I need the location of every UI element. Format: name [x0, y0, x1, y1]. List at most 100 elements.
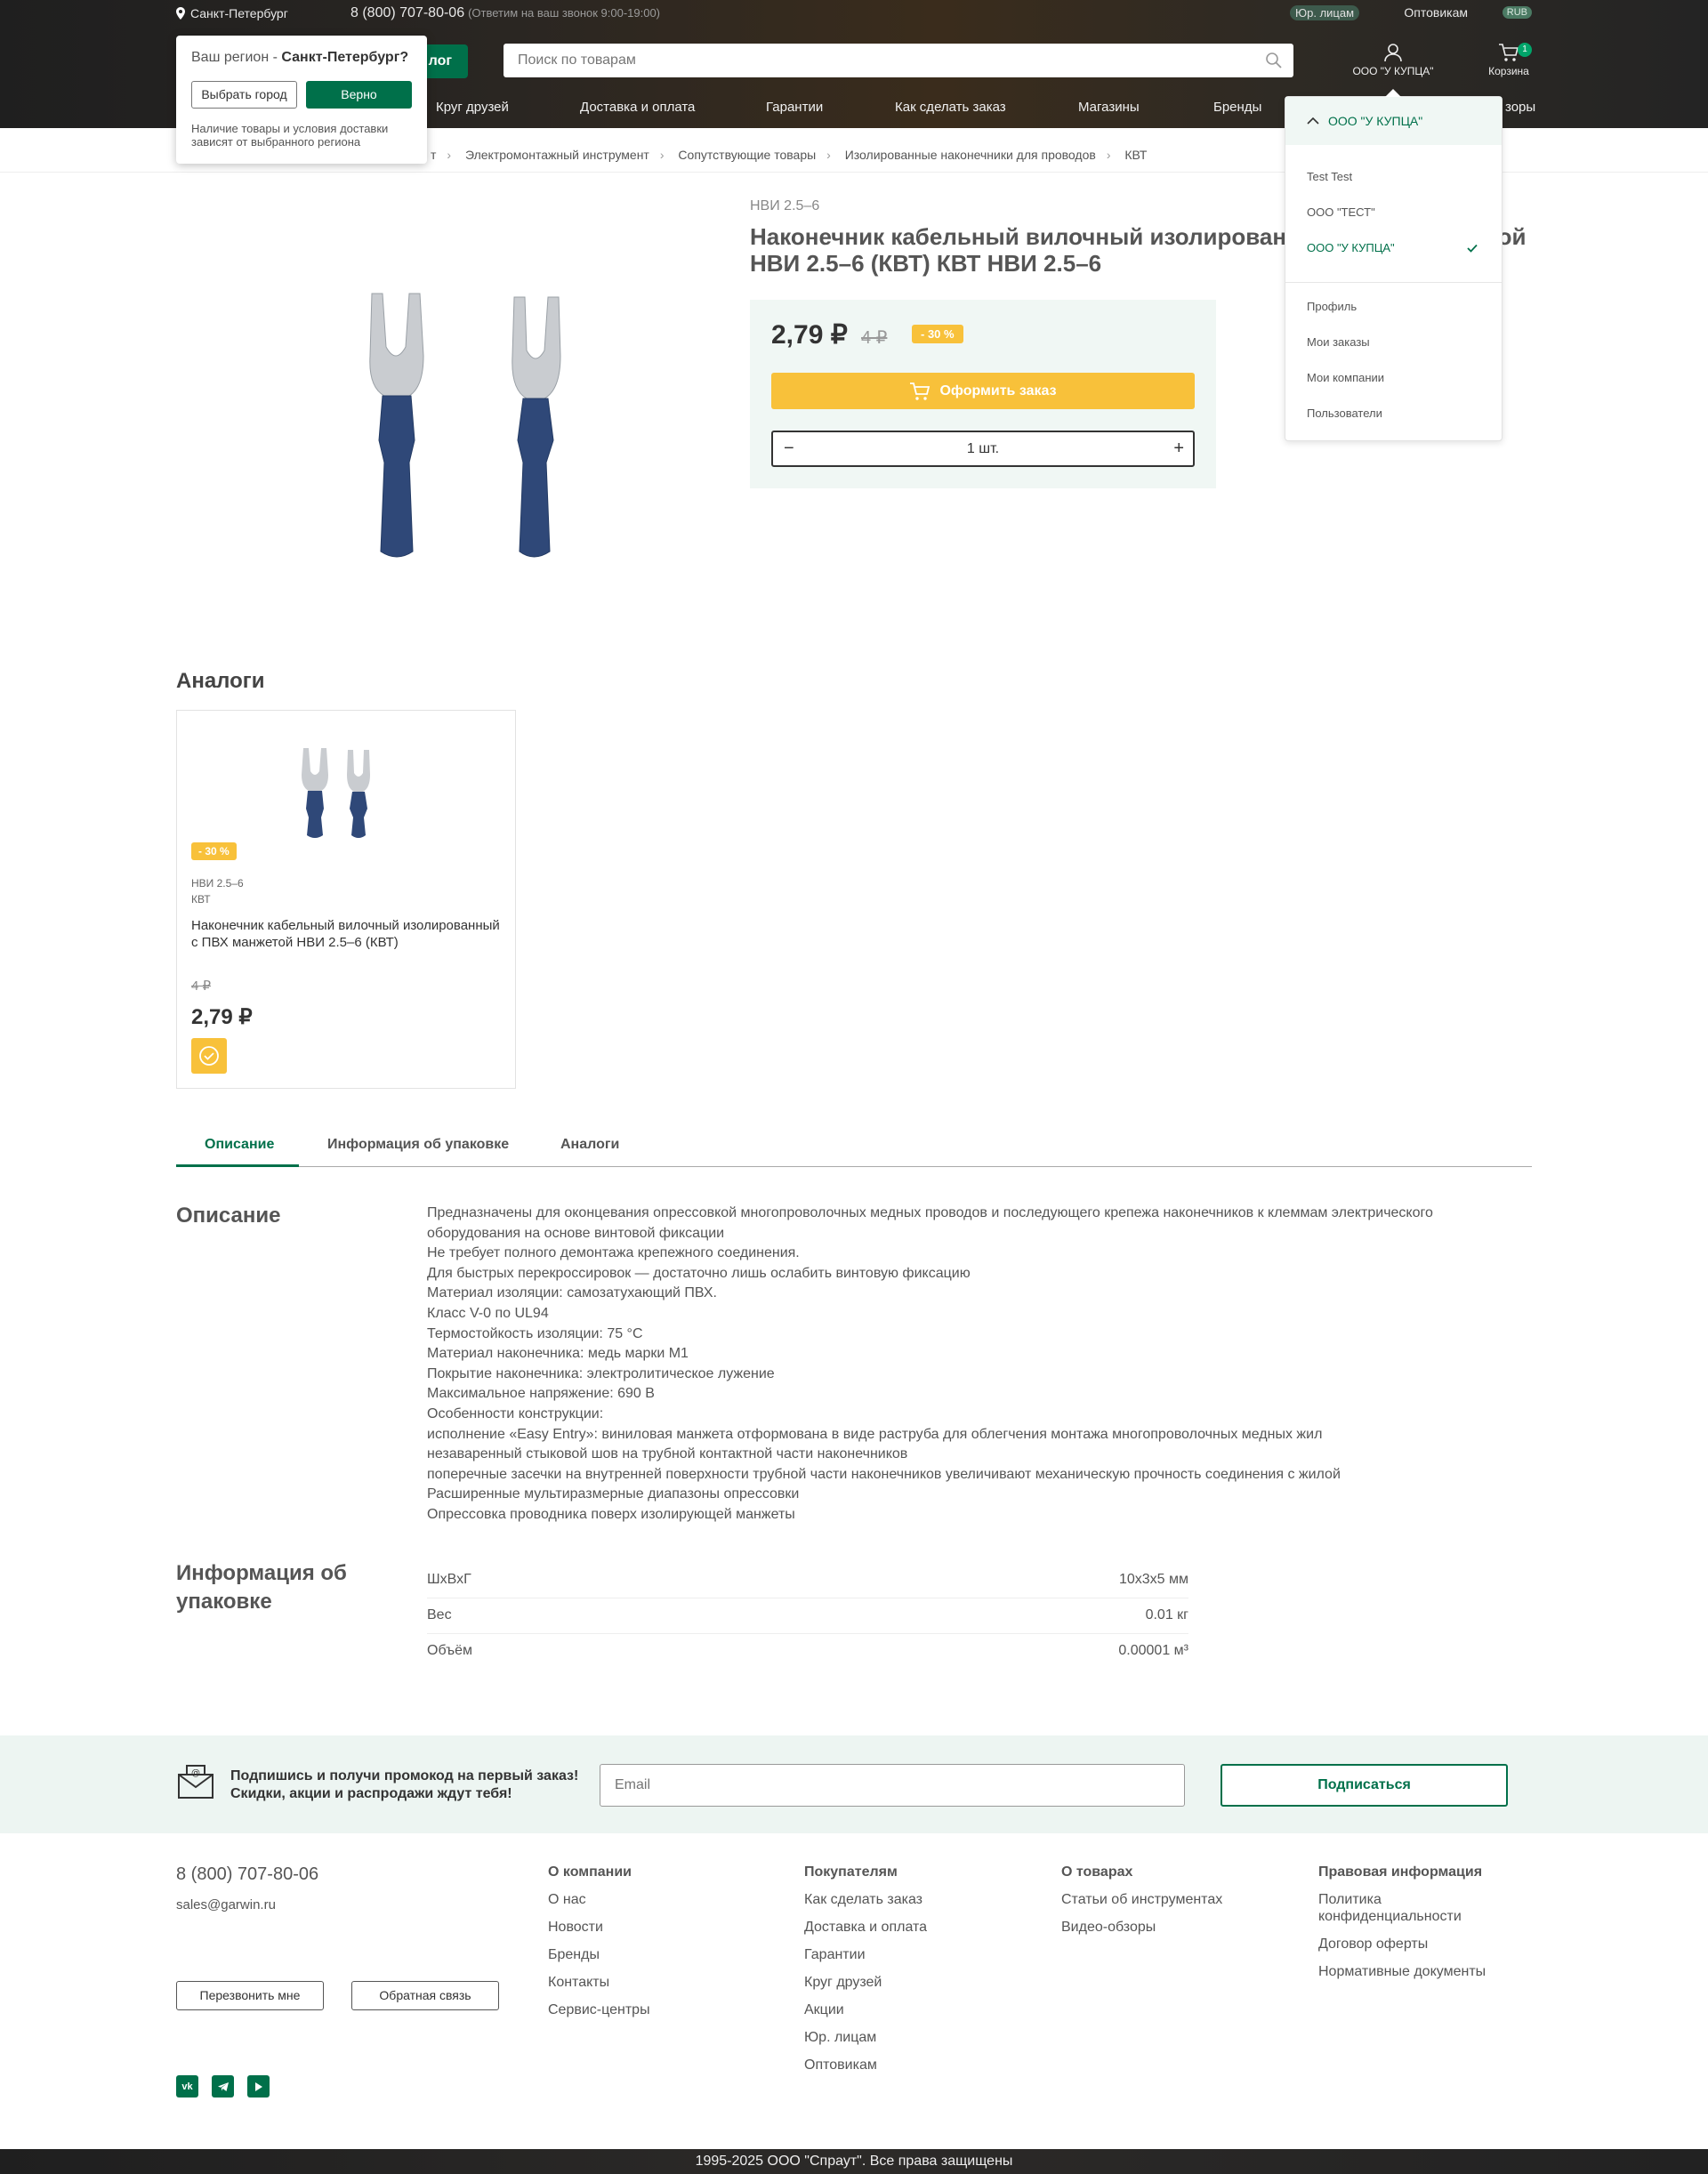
search-input[interactable] [504, 44, 1233, 77]
user-icon [1384, 44, 1402, 62]
packaging-row: ШхВхГ 10x3x5 мм [427, 1563, 1188, 1598]
description-line: исполнение «Easy Entry»: виниловая манже… [427, 1426, 1323, 1442]
order-button-label: Оформить заказ [939, 382, 1057, 399]
footer-phone[interactable]: 8 (800) 707-80-06 [176, 1864, 318, 1885]
top-bar: Санкт-Петербург 8 (800) 707-80-06 (Ответи… [176, 0, 1532, 27]
footer-link[interactable]: Новости [548, 1919, 650, 1936]
tab-analogs[interactable]: Аналоги [560, 1137, 619, 1153]
card-title[interactable]: Наконечник кабельный вилочный изолирован… [191, 917, 503, 951]
product-card[interactable]: - 30 % НВИ 2.5–6 КВТ Наконечник кабельный… [176, 710, 516, 1089]
breadcrumb-item[interactable]: Изолированные наконечники для проводов [845, 148, 1096, 162]
decrease-quantity-button[interactable]: − [784, 432, 794, 465]
footer-link[interactable]: Договор оферты [1318, 1936, 1514, 1953]
city-selector[interactable]: Санкт-Петербург [176, 6, 288, 20]
company-item-selected[interactable]: ООО "У КУПЦА" [1307, 241, 1395, 254]
phone-number: 8 (800) 707-80-06 [350, 5, 465, 20]
packaging-key: Объём [427, 1643, 472, 1658]
callback-button[interactable]: Перезвонить мне [176, 1981, 324, 2010]
discount-badge: - 30 % [912, 325, 963, 343]
tab-packaging[interactable]: Информация об упаковке [327, 1137, 509, 1153]
menu-my-companies[interactable]: Мои компании [1307, 371, 1384, 384]
breadcrumb-item[interactable]: КВТ [1124, 148, 1147, 162]
description-line: Предназначены для оконцевания опрессовко… [427, 1205, 1433, 1241]
product-image[interactable] [356, 285, 712, 569]
footer-link[interactable]: Юр. лицам [804, 2029, 927, 2046]
subscribe-text: Подпишись и получи промокод на первый за… [230, 1767, 578, 1803]
email-field[interactable] [600, 1764, 1185, 1807]
confirm-region-button[interactable]: Верно [306, 81, 412, 109]
company-item[interactable]: ООО "ТЕСТ" [1307, 205, 1375, 219]
tab-description[interactable]: Описание [205, 1137, 274, 1153]
choose-city-button[interactable]: Выбрать город [191, 81, 297, 109]
increase-quantity-button[interactable]: + [1173, 432, 1184, 465]
footer-link[interactable]: Бренды [548, 1946, 650, 1963]
footer-link[interactable]: Нормативные документы [1318, 1963, 1514, 1980]
card-brand: КВТ [191, 893, 211, 906]
nav-warranty[interactable]: Гарантии [766, 100, 823, 115]
cart-button[interactable]: 1 Корзина [1486, 43, 1532, 77]
nav-brands[interactable]: Бренды [1213, 100, 1261, 115]
account-button[interactable]: ООО "У КУПЦА" [1352, 43, 1434, 77]
footer-link[interactable]: Акции [804, 2001, 927, 2018]
footer-link[interactable]: Статьи об инструментах [1061, 1891, 1222, 1908]
footer-link[interactable]: Политика конфиденциальности [1318, 1891, 1514, 1925]
subscribe-button[interactable]: Подписаться [1221, 1764, 1508, 1807]
price-box: 2,79 ₽ 4 ₽ - 30 % Оформить заказ − 1 шт.… [750, 300, 1216, 488]
menu-users[interactable]: Пользователи [1307, 407, 1382, 420]
product-card-image[interactable] [296, 746, 394, 844]
region-note: Наличие товары и условия доставки завися… [191, 122, 389, 149]
quantity-value[interactable]: 1 шт. [967, 441, 999, 456]
footer-link[interactable]: Сервис-центры [548, 2001, 650, 2018]
region-question-text: Ваш регион - [191, 50, 282, 65]
header-phone[interactable]: 8 (800) 707-80-06 (Ответим на ваш звонок … [350, 5, 660, 21]
footer-column-heading: О товарах [1061, 1864, 1133, 1880]
nav-stores[interactable]: Магазины [1078, 100, 1140, 115]
analogs-heading: Аналоги [176, 669, 265, 693]
legal-entities-link[interactable]: Юр. лицам [1290, 5, 1360, 20]
description-text: Предназначены для оконцевания опрессовко… [427, 1204, 1494, 1526]
chevron-right-icon: › [826, 148, 831, 162]
add-to-cart-button[interactable] [191, 1038, 227, 1074]
feedback-button[interactable]: Обратная связь [351, 1981, 499, 2010]
nav-how-to-order[interactable]: Как сделать заказ [895, 100, 1006, 115]
breadcrumb-item[interactable]: т [431, 148, 436, 162]
nav-delivery[interactable]: Доставка и оплата [580, 100, 695, 115]
wholesale-link[interactable]: Оптовикам [1404, 5, 1468, 20]
account-dropdown-header[interactable]: ООО "У КУПЦА" [1285, 97, 1502, 145]
footer-link[interactable]: О нас [548, 1891, 650, 1908]
company-item[interactable]: Test Test [1307, 170, 1352, 183]
nav-reviews[interactable]: зоры [1505, 100, 1535, 115]
currency-badge[interactable]: RUB [1502, 6, 1532, 19]
footer-link[interactable]: Видео-обзоры [1061, 1919, 1222, 1936]
subscribe-section: @ Подпишись и получи промокод на первый … [0, 1735, 1708, 1833]
packaging-value: 0.01 кг [1145, 1607, 1188, 1622]
footer-link[interactable]: Контакты [548, 1974, 650, 1991]
search-icon[interactable] [1265, 52, 1283, 72]
footer-link[interactable]: Круг друзей [804, 1974, 927, 1991]
footer-link[interactable]: Оптовикам [804, 2057, 927, 2073]
description-line: Покрытие наконечника: электролитическое … [427, 1365, 775, 1381]
footer-link[interactable]: Доставка и оплата [804, 1919, 927, 1936]
nav-friends[interactable]: Круг друзей [436, 100, 509, 115]
packaging-heading: Информация об упаковке [176, 1561, 347, 1614]
footer-column-heading: Покупателям [804, 1864, 898, 1880]
cart-icon [910, 382, 931, 400]
footer-column-heading: Правовая информация [1318, 1864, 1483, 1880]
footer-link[interactable]: Как сделать заказ [804, 1891, 927, 1908]
description-line: незаваренный стыковой шов на трубной кон… [427, 1446, 908, 1462]
order-button[interactable]: Оформить заказ [771, 373, 1195, 409]
phone-hours: (Ответим на ваш звонок 9:00-19:00) [468, 6, 661, 20]
menu-my-orders[interactable]: Мои заказы [1307, 335, 1370, 349]
footer-email[interactable]: sales@garwin.ru [176, 1897, 276, 1912]
breadcrumb-item[interactable]: Электромонтажный инструмент [465, 148, 649, 162]
packaging-key: Вес [427, 1607, 452, 1622]
account-name: ООО "У КУПЦА" [1352, 65, 1434, 77]
youtube-icon[interactable] [247, 2075, 270, 2098]
menu-profile[interactable]: Профиль [1307, 300, 1357, 313]
breadcrumb-item[interactable]: Сопутствующие товары [678, 148, 816, 162]
footer-link[interactable]: Гарантии [804, 1946, 927, 1963]
dropdown-divider [1285, 282, 1502, 283]
vk-icon[interactable]: vk [176, 2075, 198, 2098]
telegram-icon[interactable] [212, 2075, 234, 2098]
product-old-price: 4 ₽ [861, 328, 888, 348]
